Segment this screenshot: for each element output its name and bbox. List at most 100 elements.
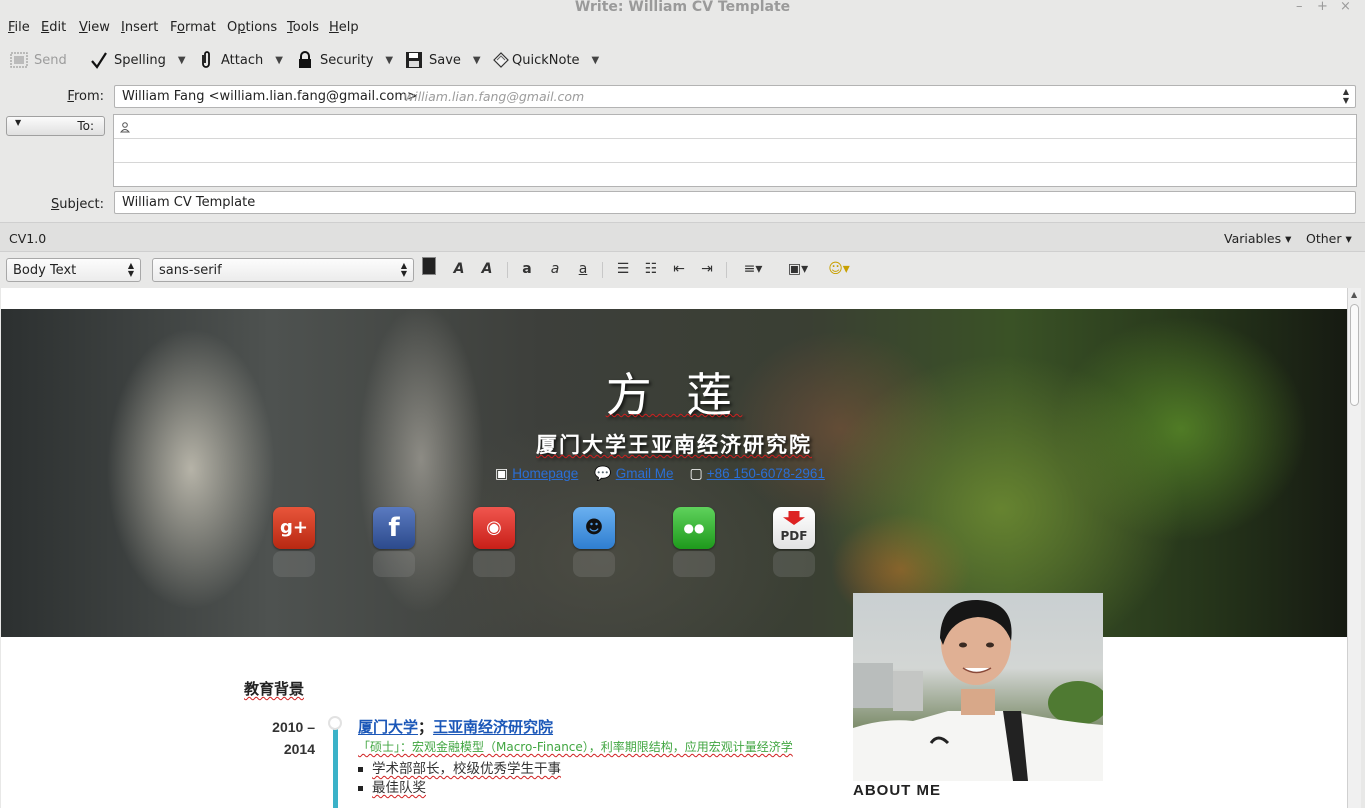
- education-section-title: 教育背景: [244, 680, 305, 698]
- quicknote-dropdown-icon[interactable]: ▼: [592, 55, 600, 66]
- cv-school: 厦门大学王亚南经济研究院: [536, 432, 812, 457]
- about-me-heading: ABOUT ME: [853, 782, 941, 799]
- minimize-button[interactable]: –: [1296, 0, 1303, 14]
- indent-icon[interactable]: ⇥: [697, 261, 717, 281]
- align-menu-icon[interactable]: ≡▾: [737, 261, 769, 281]
- facebook-icon[interactable]: f: [373, 507, 415, 549]
- select-spinner-icon: ▲ ▼: [400, 261, 407, 278]
- template-variables-bar: CV1.0 Variables ▾ Other ▾: [0, 222, 1365, 252]
- spelling-button[interactable]: Spelling ▼: [90, 48, 186, 72]
- menu-file[interactable]: File: [8, 20, 30, 35]
- achievement-list: 学术部部长，校级优秀学生干事 最佳队奖: [358, 760, 818, 798]
- scroll-up-icon[interactable]: ▲: [1351, 290, 1357, 299]
- toolbar-separator: [602, 262, 603, 278]
- cv-name: 方 莲: [605, 368, 743, 422]
- smiley-icon[interactable]: ☺▾: [823, 261, 855, 281]
- education-years: 2010 – 2014: [272, 719, 315, 757]
- profile-photo: [853, 593, 1103, 781]
- close-button[interactable]: ×: [1340, 0, 1351, 14]
- security-dropdown-icon[interactable]: ▼: [385, 55, 393, 66]
- font-family-select[interactable]: sans-serif ▲ ▼: [152, 258, 414, 282]
- format-toolbar: Body Text ▲ ▼ sans-serif ▲ ▼ A A a a a ☰ ☷…: [0, 253, 1365, 287]
- attach-dropdown-icon[interactable]: ▼: [275, 55, 283, 66]
- menu-view[interactable]: View: [79, 20, 110, 35]
- degree-description: 「硕士」：宏观金融模型（Macro-Finance），利率期限结构，应用宏观计量…: [358, 740, 793, 754]
- paperclip-icon: [202, 51, 210, 68]
- timeline-dot: [328, 716, 342, 730]
- decrease-font-icon[interactable]: A: [449, 261, 469, 281]
- quicknote-button[interactable]: QuickNote ▼: [492, 48, 599, 72]
- recipients-list[interactable]: [113, 114, 1357, 187]
- profile-photo-illustration: [853, 599, 1103, 781]
- subject-input[interactable]: William CV Template: [114, 191, 1356, 214]
- menu-help[interactable]: Help: [329, 20, 359, 35]
- menu-edit[interactable]: Edit: [41, 20, 66, 35]
- save-dropdown-icon[interactable]: ▼: [473, 55, 481, 66]
- floppy-disk-icon: [406, 52, 422, 68]
- menu-options[interactable]: Options: [227, 20, 277, 35]
- institute-link[interactable]: 王亚南经济研究院: [433, 718, 553, 736]
- insert-image-icon[interactable]: ▣▾: [782, 261, 814, 281]
- menu-insert[interactable]: Insert: [121, 20, 158, 35]
- wechat-icon[interactable]: ●●: [673, 507, 715, 549]
- underline-icon[interactable]: a: [573, 261, 593, 281]
- text-color-button[interactable]: [422, 257, 436, 275]
- note-icon: [493, 52, 509, 68]
- select-spinner-icon: ▲ ▼: [1342, 87, 1349, 105]
- scrollbar-thumb[interactable]: [1350, 304, 1359, 406]
- other-menu[interactable]: Other ▾: [1306, 231, 1352, 246]
- checkmark-icon: [91, 52, 107, 69]
- reflection: [773, 551, 815, 577]
- reflection: [573, 551, 615, 577]
- qq-icon[interactable]: ☻: [573, 507, 615, 549]
- lock-icon: [299, 51, 311, 68]
- menu-format[interactable]: Format: [170, 20, 216, 35]
- school-link[interactable]: 厦门大学: [358, 718, 418, 736]
- template-name: CV1.0: [9, 231, 47, 246]
- phone-link[interactable]: ▢ +86 150-6078-2961: [689, 466, 824, 482]
- compose-toolbar: Send Spelling ▼ Attach ▼ Security ▼ Save…: [0, 44, 1365, 76]
- maximize-button[interactable]: +: [1317, 0, 1328, 14]
- homepage-link[interactable]: ▣ Homepage: [495, 466, 578, 482]
- security-button[interactable]: Security ▼: [296, 48, 393, 72]
- message-editor[interactable]: 方 莲 厦门大学王亚南经济研究院 ▣ Homepage 💬 Gmail Me ▢ +8…: [1, 288, 1347, 808]
- from-select[interactable]: William Fang <william.lian.fang@gmail.co…: [114, 85, 1356, 108]
- reflection: [473, 551, 515, 577]
- send-button[interactable]: Send: [10, 48, 67, 72]
- paragraph-style-select[interactable]: Body Text ▲ ▼: [6, 258, 141, 282]
- window-title-bar: Write: William CV Template – + ×: [0, 0, 1365, 16]
- timeline-bar: [333, 723, 338, 808]
- outdent-icon[interactable]: ⇤: [669, 261, 689, 281]
- numbered-list-icon[interactable]: ☰: [613, 261, 633, 281]
- save-button[interactable]: Save ▼: [405, 48, 481, 72]
- cv-contact-links: ▣ Homepage 💬 Gmail Me ▢ +86 150-6078-2961: [495, 466, 825, 482]
- cv-header-banner: 方 莲 厦门大学王亚南经济研究院 ▣ Homepage 💬 Gmail Me ▢ +8…: [1, 309, 1347, 637]
- italic-icon[interactable]: a: [545, 261, 565, 281]
- spelling-dropdown-icon[interactable]: ▼: [178, 55, 186, 66]
- chat-bubble-icon: 💬: [594, 466, 612, 482]
- attach-button[interactable]: Attach ▼: [197, 48, 283, 72]
- list-item: 最佳队奖: [358, 779, 818, 798]
- reflection: [673, 551, 715, 577]
- recipient-row[interactable]: [114, 139, 1356, 163]
- toolbar-separator: [726, 262, 727, 278]
- reflection: [273, 551, 315, 577]
- recipient-row[interactable]: [114, 115, 1356, 139]
- google-plus-icon[interactable]: g+: [273, 507, 315, 549]
- reflection: [373, 551, 415, 577]
- homepage-icon: ▣: [495, 466, 509, 482]
- gmail-link[interactable]: 💬 Gmail Me: [594, 466, 673, 482]
- bullet-list-icon[interactable]: ☷: [641, 261, 661, 281]
- bold-icon[interactable]: a: [517, 261, 537, 281]
- send-icon: [10, 52, 28, 68]
- menu-tools[interactable]: Tools: [287, 20, 319, 35]
- weibo-icon[interactable]: ◉: [473, 507, 515, 549]
- recipient-type-button[interactable]: ▼ To:: [6, 116, 105, 136]
- phone-icon: ▢: [689, 466, 703, 482]
- editor-scrollbar[interactable]: ▲: [1347, 288, 1361, 808]
- increase-font-icon[interactable]: A: [477, 261, 497, 281]
- variables-menu[interactable]: Variables ▾: [1224, 231, 1291, 246]
- toolbar-separator: [507, 262, 508, 278]
- window-title: Write: William CV Template: [574, 0, 791, 15]
- subject-label: Subject:: [51, 197, 104, 212]
